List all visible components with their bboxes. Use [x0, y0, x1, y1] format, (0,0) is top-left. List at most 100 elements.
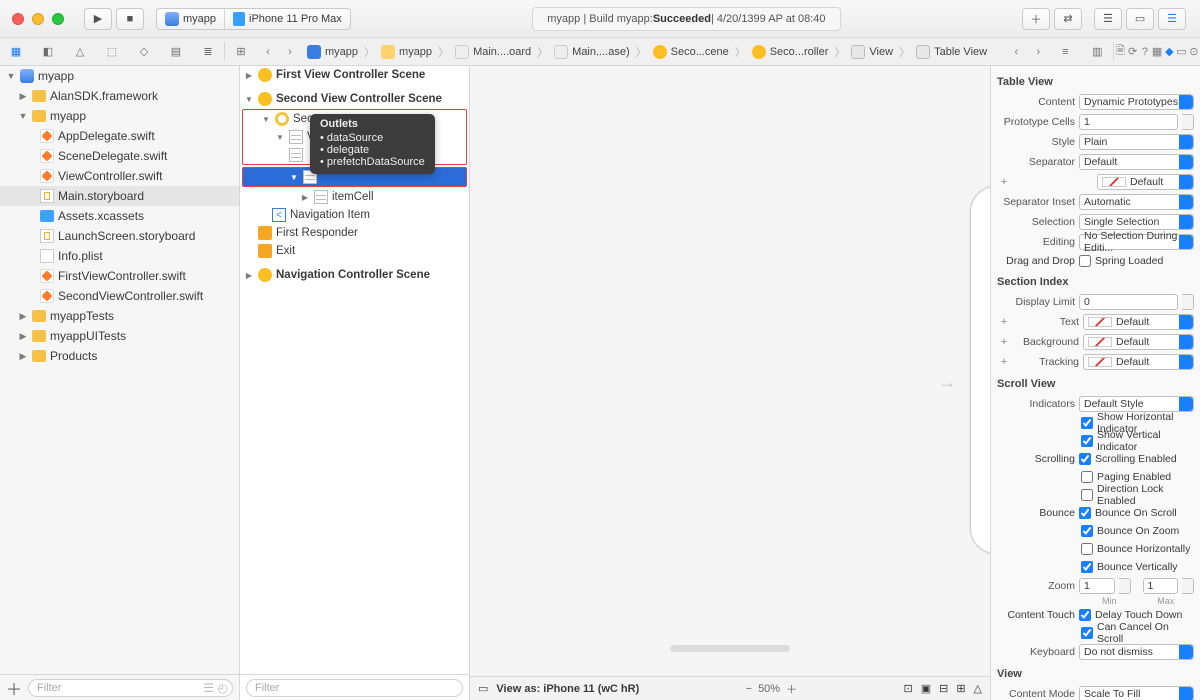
index-text-color[interactable]: Default [1083, 314, 1194, 330]
stepper[interactable] [1182, 294, 1194, 310]
close-window-button[interactable] [12, 13, 24, 25]
library-button[interactable]: ＋ [1022, 8, 1050, 30]
add-variation-button[interactable]: + [997, 316, 1011, 328]
outline-scene[interactable]: ▶First View Controller Scene [240, 66, 469, 84]
index-tracking-color[interactable]: Default [1083, 354, 1194, 370]
add-files-button[interactable]: ＋ [6, 676, 22, 700]
crumb-folder[interactable]: myapp [375, 45, 438, 59]
test-nav-tab[interactable]: ▤ [160, 38, 192, 65]
delay-touch-checkbox[interactable] [1079, 609, 1091, 621]
find-nav-tab[interactable]: ⬚ [96, 38, 128, 65]
navigator-filter-input[interactable]: Filter◴☰ [28, 679, 233, 697]
nav-item[interactable]: ▶AlanSDK.framework [0, 86, 239, 106]
align-icon[interactable]: ⊟ [939, 682, 948, 695]
scm-filter-icon[interactable]: ☰ [203, 681, 214, 695]
history-forward-button[interactable]: › [279, 38, 301, 65]
constraints-resolve-icon[interactable]: ⊡ [903, 682, 912, 695]
adjust-editor-button[interactable]: ≡ [1049, 38, 1081, 65]
nav-item[interactable]: SceneDelegate.swift [0, 146, 239, 166]
nav-item[interactable]: ▶myappUITests [0, 326, 239, 346]
attributes-inspector-tab[interactable]: ◆ [1163, 38, 1175, 65]
add-variation-button[interactable]: + [997, 356, 1011, 368]
crumb-tableview[interactable]: Table View [910, 45, 993, 59]
toggle-bottom-panel-button[interactable]: ▭ [1126, 8, 1154, 30]
zoom-out-button[interactable]: − [746, 683, 752, 695]
outline-scene[interactable]: ▼Second View Controller Scene [240, 90, 469, 108]
size-inspector-tab[interactable]: ▭ [1175, 38, 1187, 65]
nav-item[interactable]: SecondViewController.swift [0, 286, 239, 306]
view-as-label[interactable]: View as: iPhone 11 (wC hR) [496, 683, 639, 695]
show-h-indicator-checkbox[interactable] [1081, 417, 1093, 429]
separator-select[interactable]: Default [1079, 154, 1194, 170]
stop-button[interactable]: ■ [116, 8, 144, 30]
device-first-vc[interactable]: First View Controller Show Second View [970, 186, 990, 554]
stepper[interactable] [1182, 114, 1194, 130]
bounce-scroll-checkbox[interactable] [1079, 507, 1091, 519]
nav-item[interactable]: ViewController.swift [0, 166, 239, 186]
help-inspector-tab[interactable]: ? [1139, 38, 1151, 65]
direction-lock-checkbox[interactable] [1081, 489, 1093, 501]
run-button[interactable]: ▶ [84, 8, 112, 30]
outline-scene[interactable]: ▶Navigation Controller Scene [240, 266, 469, 284]
bounce-zoom-checkbox[interactable] [1081, 525, 1093, 537]
separator-color-select[interactable]: Default [1097, 174, 1194, 190]
crumb-view[interactable]: View [845, 45, 899, 59]
nav-item[interactable]: ▼myapp [0, 106, 239, 126]
pin-icon[interactable]: ⊞ [956, 682, 965, 695]
debug-nav-tab[interactable]: ≣ [192, 38, 224, 65]
add-variation-button[interactable]: + [997, 336, 1011, 348]
editing-select[interactable]: No Selection During Editi... [1079, 234, 1194, 250]
code-review-button[interactable]: ⇄ [1054, 8, 1082, 30]
nav-item[interactable]: ▶myappTests [0, 306, 239, 326]
selection-select[interactable]: Single Selection [1079, 214, 1194, 230]
canvas-scrollbar[interactable] [670, 645, 790, 652]
identity-inspector-tab[interactable]: ▦ [1151, 38, 1163, 65]
scrolling-enabled-checkbox[interactable] [1079, 453, 1091, 465]
crumb-scene[interactable]: Seco...cene [647, 45, 735, 59]
clock-icon[interactable]: ◴ [218, 681, 228, 695]
add-variation-button[interactable]: + [997, 176, 1011, 188]
zoom-in-button[interactable]: ＋ [786, 681, 797, 697]
crumb-storyboard[interactable]: Main....oard [449, 45, 537, 59]
jump-prev-button[interactable]: ‹ [1005, 38, 1027, 65]
embed-icon[interactable]: ▣ [921, 682, 931, 695]
nav-item[interactable]: Info.plist [0, 246, 239, 266]
stepper[interactable] [1119, 578, 1131, 594]
show-second-button[interactable]: Show Second View [971, 363, 990, 377]
toggle-left-panel-button[interactable]: ☰ [1094, 8, 1122, 30]
jump-next-button[interactable]: › [1027, 38, 1049, 65]
content-mode-select[interactable]: Scale To Fill [1079, 686, 1194, 700]
separator-inset-select[interactable]: Automatic [1079, 194, 1194, 210]
file-inspector-tab[interactable]: 🗎 [1114, 38, 1126, 65]
outline-toggle-icon[interactable]: ⊞ [225, 38, 257, 65]
toggle-right-panel-button[interactable]: ☰ [1158, 8, 1186, 30]
show-v-indicator-checkbox[interactable] [1081, 435, 1093, 447]
symbol-nav-tab[interactable]: △ [64, 38, 96, 65]
outline-navitem[interactable]: <Navigation Item [240, 206, 469, 224]
minimize-window-button[interactable] [32, 13, 44, 25]
spring-loaded-checkbox[interactable] [1079, 255, 1091, 267]
add-editor-button[interactable]: ▥ [1081, 38, 1113, 65]
can-cancel-checkbox[interactable] [1081, 627, 1093, 639]
content-select[interactable]: Dynamic Prototypes [1079, 94, 1194, 110]
prototype-cells-input[interactable]: 1 [1079, 114, 1178, 130]
scheme-selector[interactable]: myapp iPhone 11 Pro Max [156, 8, 351, 30]
outline-filter-input[interactable]: Filter [246, 679, 463, 697]
project-nav-tab[interactable]: ▦ [0, 38, 32, 65]
nav-item[interactable]: FirstViewController.swift [0, 266, 239, 286]
nav-item[interactable]: Assets.xcassets [0, 206, 239, 226]
history-back-button[interactable]: ‹ [257, 38, 279, 65]
crumb-controller[interactable]: Seco...roller [746, 45, 835, 59]
style-select[interactable]: Plain [1079, 134, 1194, 150]
nav-item-selected[interactable]: Main.storyboard [0, 186, 239, 206]
zoom-max-input[interactable]: 1 [1143, 578, 1179, 594]
history-inspector-tab[interactable]: ⟳ [1127, 38, 1139, 65]
outline-first-responder[interactable]: First Responder [240, 224, 469, 242]
connections-inspector-tab[interactable]: ⊙ [1188, 38, 1200, 65]
index-bg-color[interactable]: Default [1083, 334, 1194, 350]
zoom-window-button[interactable] [52, 13, 64, 25]
indicators-select[interactable]: Default Style [1079, 396, 1194, 412]
crumb-project[interactable]: myapp [301, 45, 364, 59]
crumb-base[interactable]: Main....ase) [548, 45, 635, 59]
stepper[interactable] [1182, 578, 1194, 594]
